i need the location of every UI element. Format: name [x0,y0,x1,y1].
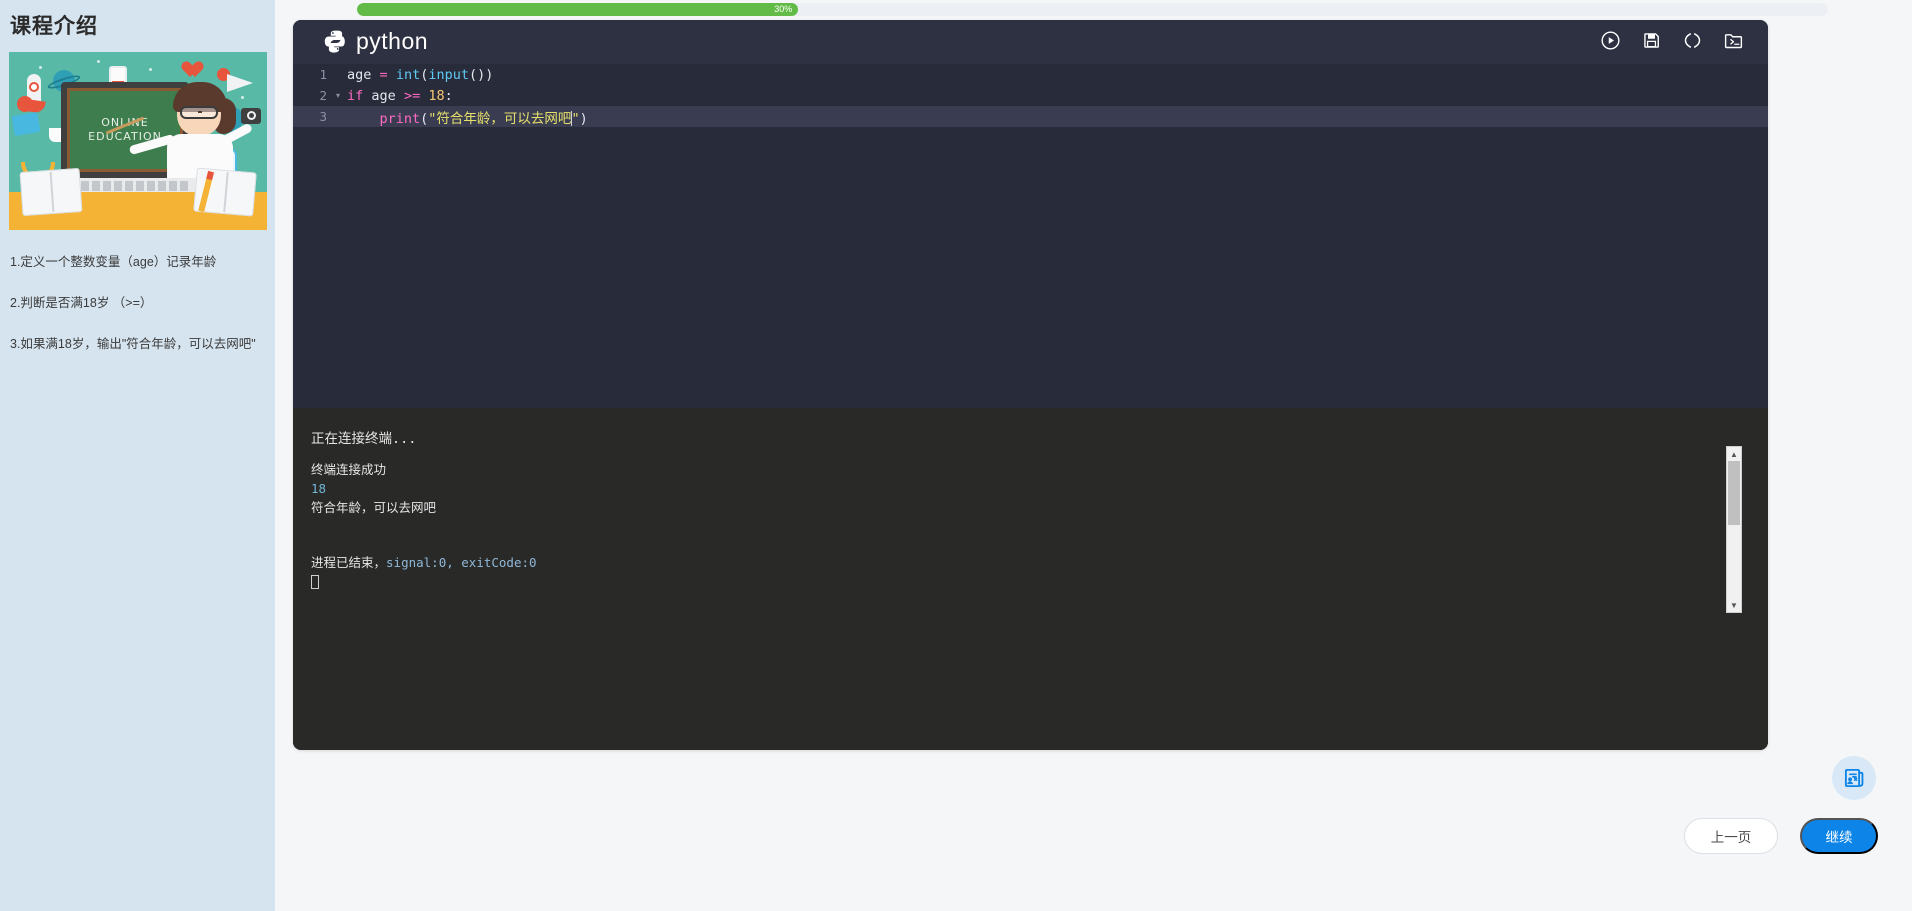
lesson-step-1: 1.定义一个整数变量（age）记录年龄 [10,252,257,272]
code-editor-area[interactable]: 1age = int(input())2▾if age >= 18:3 prin… [293,64,1768,408]
lesson-step-2: 2.判断是否满18岁 （>=） [10,293,257,313]
heart-icon [185,62,203,78]
code-token: : [445,88,453,104]
python-wordmark: python [356,28,428,55]
code-text: if age >= 18: [343,88,453,104]
assistant-help-icon [1841,765,1867,791]
online-education-illustration: ★ ONLINE EDUCATION [9,52,267,230]
main-content: 30% python [275,0,1912,911]
terminal-panel[interactable]: 正在连接终端...终端连接成功18符合年龄，可以去网吧进程已结束，signal:… [293,408,1768,750]
python-language-badge: python [323,28,428,55]
line-number: 3 [293,109,333,124]
code-token: int [396,67,420,83]
code-token: "符合年龄，可以去网吧 [428,111,571,127]
code-token: print [380,111,421,127]
code-text: print("符合年龄，可以去网吧") [343,107,588,127]
terminal-line: 终端连接成功 [311,460,1768,479]
terminal-line: 符合年龄，可以去网吧 [311,498,1768,517]
terminal-connecting-line: 正在连接终端... [311,430,1768,449]
code-token: age [371,88,395,104]
code-token [347,111,380,127]
glasses-icon [180,106,218,119]
code-token: input [428,67,469,83]
scrollbar-thumb[interactable] [1728,461,1740,525]
progress-label: 30% [774,3,792,16]
run-icon[interactable] [1600,30,1621,51]
code-editor-card: python [293,20,1768,750]
code-token: " [571,111,579,127]
code-token: age [347,67,371,83]
terminal-line [311,535,1768,553]
terminal-line: 18 [311,479,1768,498]
terminal-exit-code: signal:0, exitCode:0 [386,555,537,570]
code-token: 18 [428,88,444,104]
code-token: ()) [469,67,493,83]
code-text: age = int(input()) [343,67,493,83]
terminal-line: 进程已结束，signal:0, exitCode:0 [311,553,1768,572]
code-token: = [380,67,388,83]
terminal-line [311,572,1768,591]
blue-book-icon [11,112,40,136]
line-number: 2 [293,88,333,103]
camera-icon [241,108,261,124]
code-token [396,88,404,104]
code-line[interactable]: 1 age = int(input()) [293,64,1768,85]
terminal-exit-text: 进程已结束， [311,555,386,570]
terminal-scrollbar[interactable]: ▲ ▼ [1726,446,1742,613]
code-line[interactable]: 3 print("符合年龄，可以去网吧") [293,106,1768,127]
lesson-instructions: 1.定义一个整数变量（age）记录年龄 2.判断是否满18岁 （>=） 3.如果… [8,252,265,354]
course-progress-bar: 30% [357,3,1828,16]
line-number: 1 [293,67,333,82]
page-title: 课程介绍 [10,10,265,40]
save-icon[interactable] [1641,30,1662,51]
terminal-output: 正在连接终端...终端连接成功18符合年龄，可以去网吧进程已结束，signal:… [293,408,1768,591]
code-token: ) [580,111,588,127]
previous-page-button[interactable]: 上一页 [1684,818,1778,854]
continue-button[interactable]: 继续 [1800,818,1878,854]
scroll-up-arrow-icon[interactable]: ▲ [1727,447,1741,461]
terminal-line [311,517,1768,535]
terminal-cursor [311,575,319,589]
lesson-step-3: 3.如果满18岁，输出"符合年龄，可以去网吧" [10,334,257,354]
paper-plane-icon [227,74,253,92]
footer-navigation: 上一页 继续 [1684,818,1878,854]
open-terminal-folder-icon[interactable] [1723,30,1744,51]
format-code-icon[interactable] [1682,30,1703,51]
code-token [388,67,396,83]
open-book-left [20,168,83,216]
code-line[interactable]: 2▾if age >= 18: [293,85,1768,106]
python-logo [323,29,348,54]
editor-toolbar [1600,30,1744,51]
code-fold-toggle[interactable]: ▾ [333,91,343,100]
terminal-input-echo: 18 [311,481,326,496]
course-sidebar: 课程介绍 ★ ONLINE [0,0,275,911]
code-token [371,67,379,83]
editor-header: python [293,20,1768,64]
scroll-down-arrow-icon[interactable]: ▼ [1727,598,1741,612]
assistant-help-button[interactable] [1832,756,1876,800]
code-token: if [347,88,363,104]
progress-fill: 30% [357,3,798,16]
apple-icon [17,96,33,112]
code-token: >= [404,88,420,104]
app-root: 课程介绍 ★ ONLINE [0,0,1912,911]
